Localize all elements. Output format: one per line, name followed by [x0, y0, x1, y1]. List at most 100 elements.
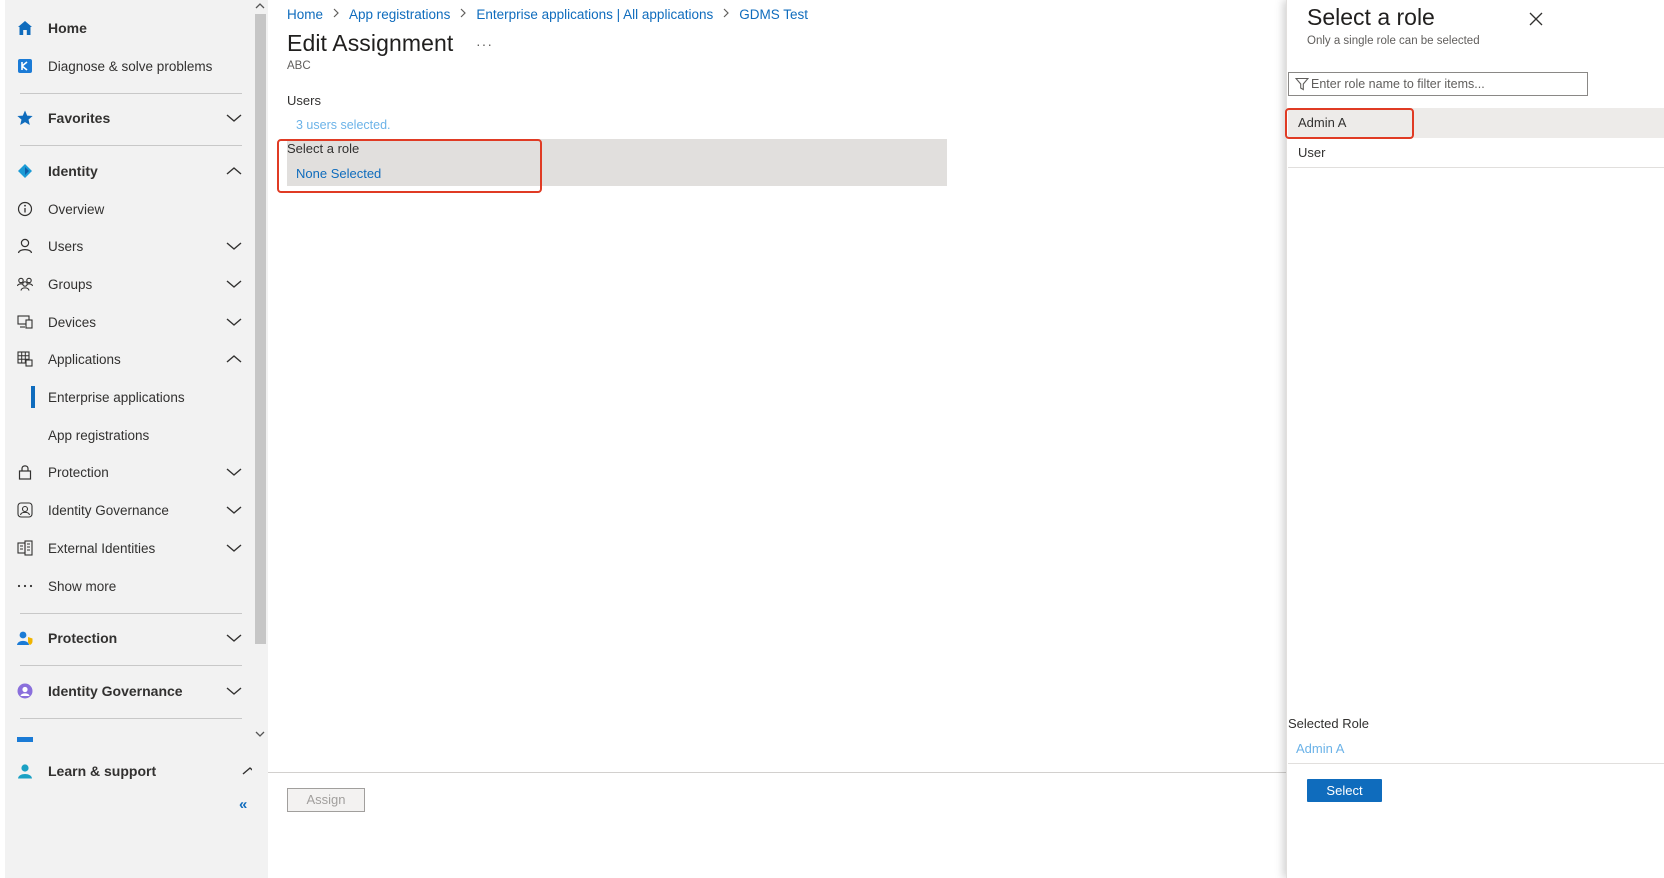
panel-subtitle: Only a single role can be selected [1307, 35, 1480, 47]
chevron-up-icon[interactable] [225, 164, 243, 178]
scroll-down-icon[interactable] [254, 728, 266, 740]
nav-enterprise-applications-label: Enterprise applications [48, 389, 185, 405]
nav-home[interactable]: Home [5, 13, 252, 43]
chevron-down-icon[interactable] [225, 503, 243, 517]
assign-button[interactable]: Assign [287, 788, 365, 812]
nav-groups-label: Groups [48, 276, 93, 292]
nav-protection[interactable]: Protection [5, 623, 252, 653]
nav-external-identities-label: External Identities [48, 540, 156, 556]
page-title: Edit Assignment [287, 30, 454, 56]
chevron-down-icon[interactable] [225, 111, 243, 125]
nav-diagnose[interactable]: Diagnose & solve problems [5, 51, 252, 81]
highlight-box-admin [1285, 108, 1414, 139]
nav-identity[interactable]: Identity [5, 156, 252, 186]
nav-identity-governance-sub-label: Identity Governance [48, 502, 169, 518]
chevron-down-icon[interactable] [225, 239, 243, 253]
diagnose-icon [16, 57, 34, 75]
role-filter[interactable] [1288, 72, 1588, 96]
nav-home-label: Home [48, 20, 87, 36]
left-navigation: Home Diagnose & solve problems Favorites [0, 0, 268, 878]
nav-protection-sub[interactable]: Protection [5, 457, 252, 487]
nav-identity-governance-label: Identity Governance [48, 683, 183, 699]
more-dots-icon [16, 577, 34, 595]
chevron-up-icon[interactable] [225, 352, 243, 366]
nav-favorites[interactable]: Favorites [5, 103, 252, 133]
selected-role-label: Selected Role [1288, 716, 1369, 731]
close-icon[interactable] [1527, 10, 1545, 28]
selected-role-value: Admin A [1296, 741, 1345, 756]
star-icon [16, 109, 34, 127]
nav-applications-label: Applications [48, 351, 121, 367]
nav-devices-label: Devices [48, 314, 97, 330]
main-content: Home App registrations Enterprise applic… [268, 0, 1286, 878]
identity-governance-badge-icon [16, 682, 34, 700]
nav-learn-support-label: Learn & support [48, 763, 157, 779]
panel-title: Select a role [1307, 4, 1435, 30]
chevron-down-icon[interactable] [225, 315, 243, 329]
nav-identity-governance[interactable]: Identity Governance [5, 676, 252, 706]
nav-devices[interactable]: Devices [5, 307, 252, 337]
users-label: Users [287, 93, 321, 108]
breadcrumb-home[interactable]: Home [287, 7, 323, 22]
nav-diagnose-label: Diagnose & solve problems [48, 58, 213, 74]
nav-divider [20, 145, 242, 146]
nav-divider [20, 665, 242, 666]
groups-icon [16, 275, 34, 293]
breadcrumb-app-registrations[interactable]: App registrations [349, 7, 450, 22]
nav-app-registrations-label: App registrations [48, 427, 150, 443]
nav-groups[interactable]: Groups [5, 269, 252, 299]
role-option-label: User [1298, 145, 1326, 160]
scroll-thumb[interactable] [255, 14, 266, 644]
breadcrumb-gdms-test[interactable]: GDMS Test [739, 7, 808, 22]
nav-enterprise-applications[interactable]: Enterprise applications [5, 382, 252, 412]
user-icon [16, 237, 34, 255]
identity-diamond-icon [16, 162, 34, 180]
select-role-panel: Select a role Only a single role can be … [1285, 0, 1664, 878]
footer-divider [268, 772, 1286, 773]
nav-identity-governance-sub[interactable]: Identity Governance [5, 495, 252, 525]
nav-overview[interactable]: Overview [5, 194, 252, 224]
users-selected-link[interactable]: 3 users selected. [296, 118, 391, 132]
nav-users-label: Users [48, 238, 84, 254]
breadcrumb: Home App registrations Enterprise applic… [287, 4, 808, 24]
scroll-up-icon[interactable] [254, 0, 266, 12]
devices-icon [16, 313, 34, 331]
applications-grid-icon [16, 350, 34, 368]
nav-applications[interactable]: Applications [5, 344, 252, 374]
nav-identity-label: Identity [48, 163, 98, 179]
external-identities-icon [16, 539, 34, 557]
chevron-down-icon[interactable] [225, 631, 243, 645]
nav-divider [20, 93, 242, 94]
page-subtitle: ABC [287, 60, 311, 72]
learn-support-icon [16, 762, 34, 780]
chevron-down-icon[interactable] [225, 684, 243, 698]
highlight-box-role [277, 139, 542, 193]
filter-icon [1294, 77, 1310, 91]
nav-external-identities[interactable]: External Identities [5, 533, 252, 563]
chevron-down-icon[interactable] [225, 465, 243, 479]
nav-show-more-label: Show more [48, 578, 117, 594]
nav-protection-sub-label: Protection [48, 464, 109, 480]
chevron-right-icon [459, 7, 467, 22]
panel-footer-divider [1288, 763, 1664, 764]
nav-show-more[interactable]: Show more [5, 571, 252, 601]
identity-governance-icon [16, 501, 34, 519]
select-button[interactable]: Select [1307, 779, 1382, 802]
lock-icon [16, 463, 34, 481]
role-option-user[interactable]: User [1288, 138, 1664, 168]
role-filter-input[interactable] [1311, 75, 1581, 93]
chevron-down-icon[interactable] [225, 541, 243, 555]
breadcrumb-enterprise-applications[interactable]: Enterprise applications | All applicatio… [476, 7, 713, 22]
more-options-button[interactable]: ··· [476, 36, 493, 52]
info-icon [16, 200, 34, 218]
chevron-right-icon [722, 7, 730, 22]
protection-user-icon [16, 629, 34, 647]
nav-users[interactable]: Users [5, 231, 252, 261]
nav-app-registrations[interactable]: App registrations [5, 420, 252, 450]
nav-divider [20, 613, 242, 614]
chevron-down-icon[interactable] [225, 277, 243, 291]
nav-learn-support[interactable]: Learn & support [5, 756, 268, 786]
nav-overview-label: Overview [48, 201, 105, 217]
sidebar-scrollbar[interactable] [252, 0, 268, 800]
nav-protection-label: Protection [48, 630, 118, 646]
